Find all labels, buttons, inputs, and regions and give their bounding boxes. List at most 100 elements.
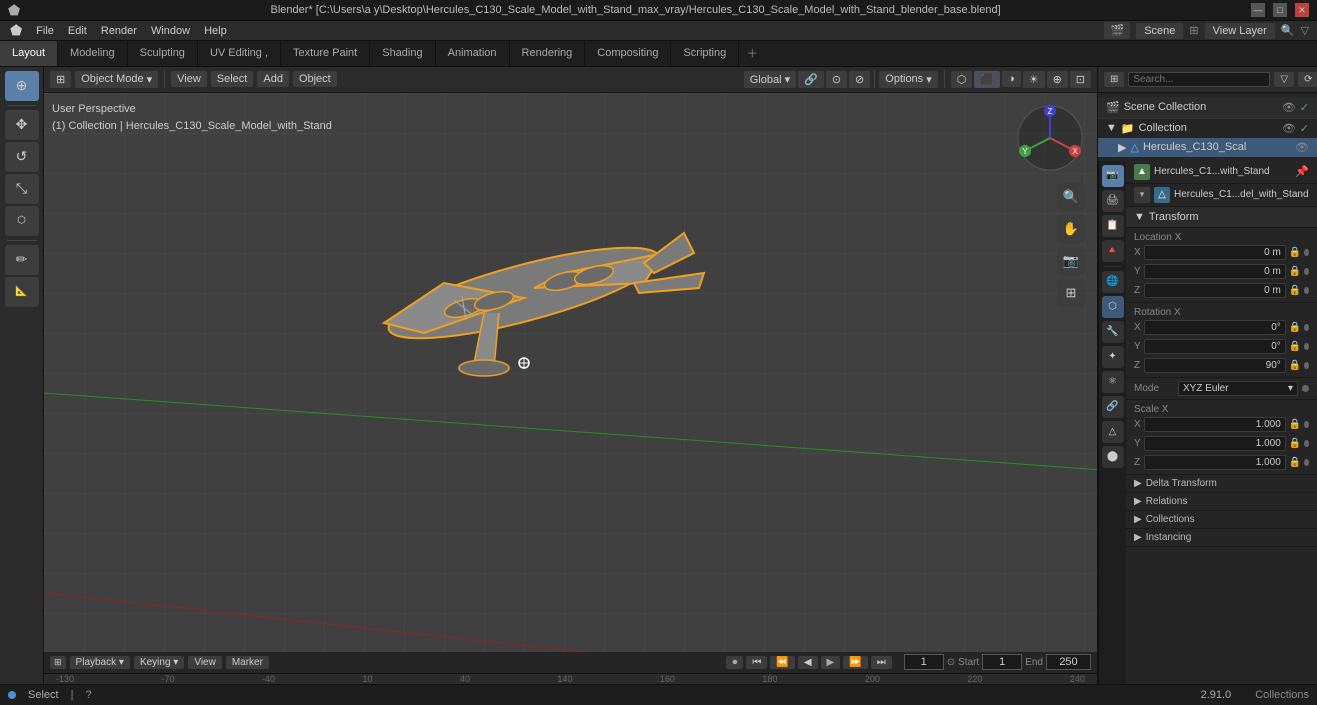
- scale-y-input[interactable]: [1144, 436, 1286, 451]
- rotation-y-dot[interactable]: [1304, 343, 1309, 350]
- minimize-button[interactable]: —: [1251, 3, 1265, 17]
- outliner-editor-type[interactable]: ⊞: [1104, 72, 1124, 87]
- outliner-search[interactable]: [1128, 72, 1270, 87]
- particles-icon[interactable]: ✦: [1102, 346, 1124, 368]
- physics-icon[interactable]: ⚛: [1102, 371, 1124, 393]
- scale-z-dot[interactable]: [1304, 459, 1309, 466]
- shading-render[interactable]: ☀: [1023, 71, 1045, 88]
- location-z-input[interactable]: [1144, 283, 1286, 298]
- current-frame-input[interactable]: [904, 654, 944, 670]
- rotation-x-dot[interactable]: [1304, 324, 1309, 331]
- scene-collection-hide[interactable]: 👁: [1282, 101, 1296, 114]
- move-tool[interactable]: ✥: [5, 110, 39, 140]
- shading-overlay[interactable]: ⊕: [1047, 71, 1068, 88]
- view-layer-props-icon[interactable]: 📋: [1102, 215, 1124, 237]
- rotation-z-dot[interactable]: [1304, 362, 1309, 369]
- rotation-y-input[interactable]: [1144, 339, 1286, 354]
- view-menu[interactable]: View: [171, 71, 207, 87]
- outliner-sync[interactable]: ⟳: [1298, 72, 1317, 87]
- tab-compositing[interactable]: Compositing: [585, 41, 671, 65]
- object-props-icon[interactable]: ⬡: [1102, 296, 1124, 318]
- location-x-lock[interactable]: 🔒: [1289, 247, 1301, 258]
- scale-z-lock[interactable]: 🔒: [1289, 457, 1301, 468]
- rotation-z-lock[interactable]: 🔒: [1289, 360, 1301, 371]
- camera-icon-btn[interactable]: 📷: [1057, 247, 1085, 275]
- object-hide[interactable]: 👁: [1295, 141, 1309, 154]
- cursor-tool[interactable]: ⊕: [5, 71, 39, 101]
- scale-z-input[interactable]: [1144, 455, 1286, 470]
- render-props-icon[interactable]: 📷: [1102, 165, 1124, 187]
- scale-y-dot[interactable]: [1304, 440, 1309, 447]
- shading-lpe[interactable]: ◑: [1002, 71, 1021, 87]
- object-mode-button[interactable]: Object Mode ▾: [75, 71, 158, 88]
- add-workspace-button[interactable]: ＋: [739, 41, 765, 65]
- editor-type-button[interactable]: ⊞: [50, 71, 71, 88]
- next-frame-btn[interactable]: ⏩: [843, 656, 867, 669]
- tab-rendering[interactable]: Rendering: [510, 41, 586, 65]
- viewport-canvas[interactable]: User Perspective (1) Collection | Hercul…: [44, 93, 1097, 652]
- shading-xray[interactable]: ⊡: [1070, 71, 1091, 88]
- playback-menu[interactable]: Playback ▾: [70, 656, 130, 669]
- annotate-tool[interactable]: ✏: [5, 245, 39, 275]
- tab-scripting[interactable]: Scripting: [671, 41, 739, 65]
- menu-file[interactable]: File: [30, 23, 60, 39]
- view-layer-selector[interactable]: View Layer: [1205, 23, 1275, 39]
- outliner-filter[interactable]: ▽: [1274, 72, 1294, 87]
- object-data-name[interactable]: Hercules_C1...del_with_Stand: [1174, 189, 1309, 200]
- mode-dot[interactable]: [1302, 385, 1309, 392]
- location-x-dot[interactable]: [1304, 249, 1309, 256]
- shading-solid[interactable]: ⬛: [974, 71, 1000, 88]
- proportional2-btn[interactable]: ⊘: [849, 71, 870, 88]
- modifier-props-icon[interactable]: 🔧: [1102, 321, 1124, 343]
- object-data-dropdown[interactable]: ▾: [1134, 187, 1150, 203]
- location-x-input[interactable]: [1144, 245, 1286, 260]
- viewport-gizmo[interactable]: Z X Y: [1015, 103, 1085, 173]
- rotation-z-input[interactable]: [1144, 358, 1286, 373]
- location-z-dot[interactable]: [1304, 287, 1309, 294]
- outliner-collection-row[interactable]: ▼ 📁 Collection 👁 ✓: [1098, 119, 1317, 138]
- active-object-name[interactable]: Hercules_C1...with_Stand: [1154, 166, 1291, 177]
- location-y-lock[interactable]: 🔒: [1289, 266, 1301, 277]
- rotation-mode-value[interactable]: XYZ Euler ▾: [1178, 381, 1298, 396]
- scale-y-lock[interactable]: 🔒: [1289, 438, 1301, 449]
- collection-check[interactable]: ✓: [1300, 122, 1309, 135]
- search-icon[interactable]: 🔍: [1281, 24, 1295, 37]
- end-frame-input[interactable]: [1046, 654, 1091, 670]
- rotation-x-input[interactable]: [1144, 320, 1286, 335]
- fps-icon[interactable]: ⊙: [947, 657, 955, 668]
- maximize-button[interactable]: □: [1273, 3, 1287, 17]
- scene-props-icon[interactable]: 🔺: [1102, 240, 1124, 262]
- scale-x-input[interactable]: [1144, 417, 1286, 432]
- menu-help[interactable]: Help: [198, 23, 233, 39]
- filter-icon[interactable]: ▽: [1301, 24, 1309, 37]
- jump-end-btn[interactable]: ⏭: [871, 656, 892, 669]
- outliner-object-row[interactable]: ▶ △ Hercules_C130_Scal 👁: [1098, 138, 1317, 157]
- delta-transform-header[interactable]: ▶ Delta Transform: [1126, 475, 1317, 492]
- world-props-icon[interactable]: 🌐: [1102, 271, 1124, 293]
- menu-blender[interactable]: ⬟: [4, 20, 28, 41]
- location-y-dot[interactable]: [1304, 268, 1309, 275]
- relations-header[interactable]: ▶ Relations: [1126, 493, 1317, 510]
- location-z-lock[interactable]: 🔒: [1289, 285, 1301, 296]
- menu-window[interactable]: Window: [145, 23, 196, 39]
- menu-render[interactable]: Render: [95, 23, 143, 39]
- record-btn[interactable]: ⏺: [726, 656, 743, 669]
- play-reverse-btn[interactable]: ◀: [798, 656, 818, 669]
- tab-uv-editing[interactable]: UV Editing ,: [198, 41, 281, 65]
- rotation-x-lock[interactable]: 🔒: [1289, 322, 1301, 333]
- location-y-input[interactable]: [1144, 264, 1286, 279]
- shading-wire[interactable]: ⬡: [951, 71, 973, 88]
- timeline-view-menu[interactable]: View: [188, 656, 222, 669]
- transform-section-header[interactable]: ▼ Transform: [1126, 207, 1317, 228]
- material-icon[interactable]: ⬤: [1102, 446, 1124, 468]
- timeline-editor-type[interactable]: ⊞: [50, 656, 66, 669]
- hand-icon-btn[interactable]: ✋: [1057, 215, 1085, 243]
- snap-btn[interactable]: 🔗: [798, 71, 824, 88]
- close-button[interactable]: ✕: [1295, 3, 1309, 17]
- select-menu[interactable]: Select: [211, 71, 254, 87]
- jump-start-btn[interactable]: ⏮: [746, 656, 767, 669]
- tab-sculpting[interactable]: Sculpting: [128, 41, 198, 65]
- marker-menu[interactable]: Marker: [226, 656, 269, 669]
- menu-edit[interactable]: Edit: [62, 23, 93, 39]
- start-frame-input[interactable]: [982, 654, 1022, 670]
